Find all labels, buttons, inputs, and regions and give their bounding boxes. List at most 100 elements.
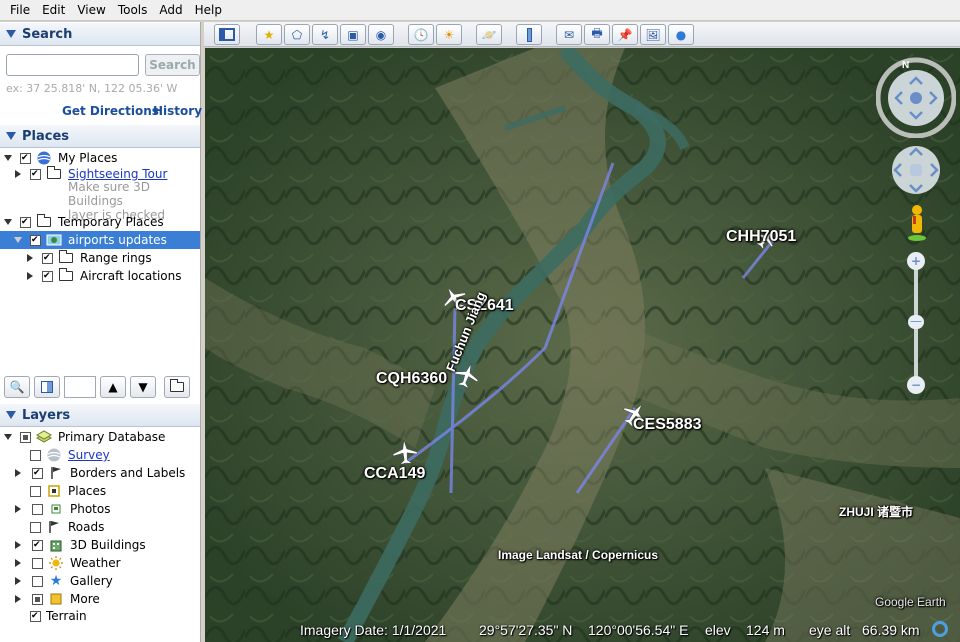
tree-gallery[interactable]: ★ Gallery: [12, 572, 113, 590]
map-view[interactable]: CSZ641 CQH6360 CCA149 CES5883 CHH7051 Fu…: [205, 48, 960, 642]
add-polygon-button[interactable]: ⬠: [284, 24, 310, 45]
sightseeing-tour-link[interactable]: Sightseeing Tour: [68, 167, 167, 181]
move-up-button[interactable]: ▲: [100, 376, 126, 398]
tree-label: My Places: [58, 151, 118, 165]
tree-range-rings[interactable]: Range rings: [24, 249, 152, 267]
checkbox[interactable]: [20, 431, 31, 443]
checkbox[interactable]: [30, 449, 41, 461]
folder-menu-button[interactable]: [164, 376, 190, 398]
tree-temporary-places[interactable]: Temporary Places: [2, 213, 164, 231]
earth-button[interactable]: ●: [668, 24, 694, 45]
tree-terrain[interactable]: Terrain: [30, 607, 87, 625]
expand-icon[interactable]: [12, 593, 24, 605]
get-directions-link[interactable]: Get Directions: [62, 104, 159, 118]
planets-button[interactable]: 🪐: [476, 24, 502, 45]
add-placemark-button[interactable]: ★: [256, 24, 282, 45]
checkbox[interactable]: [32, 539, 43, 551]
tree-photos[interactable]: Photos: [12, 500, 110, 518]
sidebar: Search Search ex: 37 25.818' N, 122 05.3…: [0, 22, 202, 642]
zoom-in-button[interactable]: +: [907, 252, 925, 270]
checkbox[interactable]: [30, 610, 41, 622]
tree-primary-database[interactable]: Primary Database: [2, 428, 165, 446]
checkbox[interactable]: [30, 168, 41, 180]
historical-imagery-button[interactable]: 🕓: [408, 24, 434, 45]
tree-survey[interactable]: Survey: [30, 446, 110, 464]
search-button[interactable]: Search: [145, 54, 200, 76]
checkbox[interactable]: [20, 152, 31, 164]
places-section-header[interactable]: Places: [0, 124, 200, 148]
flight-label-cca149[interactable]: CCA149: [364, 465, 425, 483]
menu-tools[interactable]: Tools: [112, 0, 154, 21]
expand-icon[interactable]: [12, 467, 24, 479]
expand-icon[interactable]: [12, 575, 24, 587]
record-tour-button[interactable]: ◉: [368, 24, 394, 45]
expand-icon[interactable]: [24, 252, 36, 264]
menu-edit[interactable]: Edit: [36, 0, 71, 21]
menu-file[interactable]: File: [4, 0, 36, 21]
expand-icon[interactable]: [12, 503, 24, 515]
tree-airports-updates[interactable]: airports updates: [0, 231, 200, 249]
checkbox[interactable]: [32, 467, 43, 479]
ruler-button[interactable]: [516, 24, 542, 45]
checkbox[interactable]: [32, 503, 43, 515]
checkbox[interactable]: [42, 252, 53, 264]
clock-icon: 🕓: [413, 27, 429, 42]
checkbox[interactable]: [32, 575, 43, 587]
tree-places[interactable]: Places: [30, 482, 106, 500]
checkbox[interactable]: [30, 521, 41, 533]
layers-section-header[interactable]: Layers: [0, 403, 200, 427]
tree-roads[interactable]: Roads: [30, 518, 104, 536]
checkbox[interactable]: [30, 234, 41, 246]
save-image-button[interactable]: 🖼: [640, 24, 666, 45]
panel-toggle-button[interactable]: [34, 376, 60, 398]
add-path-button[interactable]: ↯: [312, 24, 338, 45]
history-link[interactable]: History: [153, 104, 202, 118]
checkbox[interactable]: [32, 593, 43, 605]
flight-label-ces5883[interactable]: CES5883: [633, 416, 702, 434]
checkbox[interactable]: [32, 557, 43, 569]
email-button[interactable]: ✉: [556, 24, 582, 45]
expand-icon[interactable]: [2, 152, 14, 164]
checkbox[interactable]: [42, 270, 53, 282]
sunlight-button[interactable]: ☀: [436, 24, 462, 45]
tree-label: Primary Database: [58, 430, 166, 444]
places-filter-field[interactable]: [64, 376, 96, 398]
survey-link[interactable]: Survey: [68, 448, 110, 462]
tree-3d-buildings[interactable]: 3D Buildings: [12, 536, 146, 554]
menu-add[interactable]: Add: [153, 0, 188, 21]
tree-borders[interactable]: Borders and Labels: [12, 464, 185, 482]
tree-more[interactable]: More: [12, 590, 100, 608]
expand-icon[interactable]: [2, 216, 14, 228]
search-places-button[interactable]: 🔍: [4, 376, 30, 398]
flight-label-cqh6360[interactable]: CQH6360: [376, 370, 447, 388]
zoom-thumb[interactable]: —: [908, 315, 924, 329]
tree-aircraft-locations[interactable]: Aircraft locations: [24, 267, 182, 285]
search-section-header[interactable]: Search: [0, 22, 200, 46]
street-view-pegman[interactable]: [905, 204, 929, 244]
move-down-button[interactable]: ▼: [130, 376, 156, 398]
search-input[interactable]: [6, 54, 139, 76]
expand-icon[interactable]: [24, 270, 36, 282]
view-in-maps-button[interactable]: 📌: [612, 24, 638, 45]
look-control[interactable]: N: [876, 56, 956, 138]
add-overlay-button[interactable]: ▣: [340, 24, 366, 45]
expand-icon[interactable]: [12, 539, 24, 551]
checkbox[interactable]: [30, 485, 41, 497]
aircraft-cca149-icon[interactable]: [391, 438, 419, 466]
zoom-out-button[interactable]: −: [907, 376, 925, 394]
flight-label-chh7051[interactable]: CHH7051: [726, 228, 796, 246]
expand-icon[interactable]: [12, 557, 24, 569]
expand-icon[interactable]: [12, 234, 24, 246]
move-control[interactable]: [891, 145, 941, 195]
tree-weather[interactable]: Weather: [12, 554, 121, 572]
checkbox[interactable]: [20, 216, 31, 228]
expand-icon[interactable]: [2, 431, 14, 443]
menu-help[interactable]: Help: [189, 0, 228, 21]
zoom-slider[interactable]: + — −: [907, 252, 925, 398]
print-button[interactable]: 🖶: [584, 24, 610, 45]
menu-view[interactable]: View: [71, 0, 111, 21]
arrow-down-icon: ▼: [138, 380, 148, 394]
sidebar-toggle-button[interactable]: [214, 24, 240, 45]
longitude-readout: 120°00'56.54" E: [588, 622, 689, 638]
expand-icon[interactable]: [12, 168, 24, 180]
